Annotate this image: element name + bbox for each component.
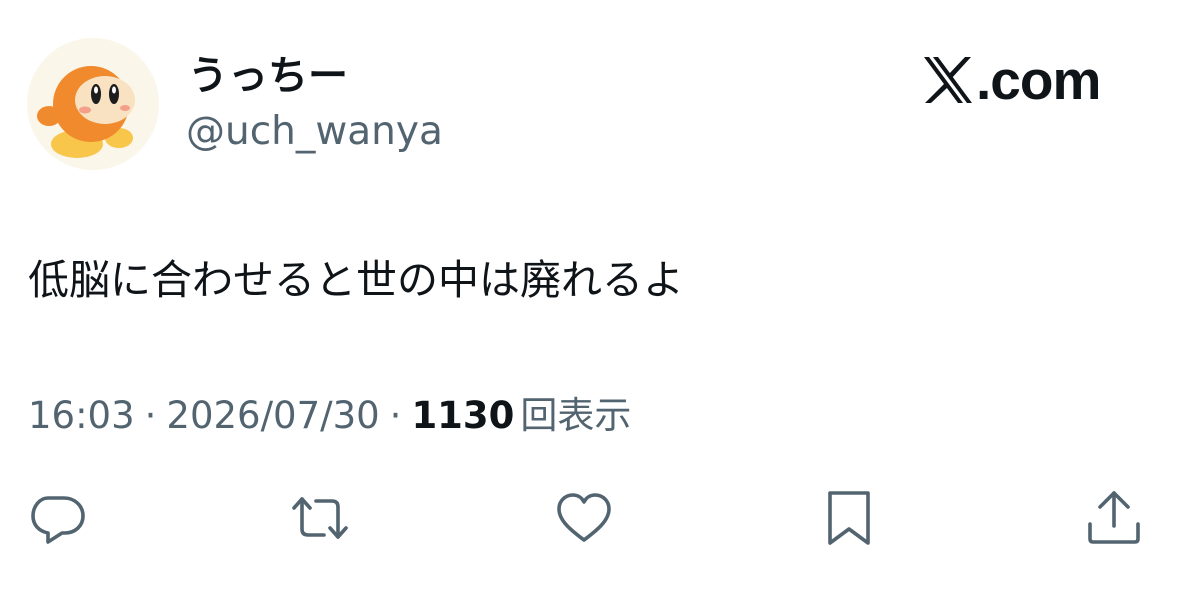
tweet-date[interactable]: 2026/07/30 xyxy=(166,394,379,437)
x-logo-icon xyxy=(924,57,972,103)
views-label: 回表示 xyxy=(520,394,632,437)
bookmark-icon xyxy=(828,491,870,545)
views-count[interactable]: 1130 xyxy=(411,394,514,437)
display-name[interactable]: うっちー xyxy=(188,52,348,100)
repost-button[interactable] xyxy=(288,486,352,550)
tweet-text: 低脳に合わせると世の中は廃れるよ xyxy=(28,256,684,304)
repost-icon xyxy=(292,497,348,539)
reply-button[interactable] xyxy=(26,486,90,550)
avatar[interactable] xyxy=(27,38,159,170)
meta-separator: · xyxy=(389,394,402,437)
waddle-dee-avatar-icon xyxy=(27,38,159,170)
heart-icon xyxy=(557,493,611,542)
like-button[interactable] xyxy=(552,486,616,550)
brand-mark: .com xyxy=(922,49,1101,111)
bookmark-button[interactable] xyxy=(817,486,881,550)
user-handle[interactable]: @uch_wanya xyxy=(186,108,443,156)
tweet-time[interactable]: 16:03 xyxy=(28,394,135,437)
tweet-meta: 16:03 · 2026/07/30 · 1130 回表示 xyxy=(28,391,631,441)
share-button[interactable] xyxy=(1082,486,1146,550)
brand-domain: .com xyxy=(976,49,1101,111)
meta-separator: · xyxy=(144,394,157,437)
share-icon xyxy=(1088,491,1140,544)
reply-icon xyxy=(31,496,85,544)
